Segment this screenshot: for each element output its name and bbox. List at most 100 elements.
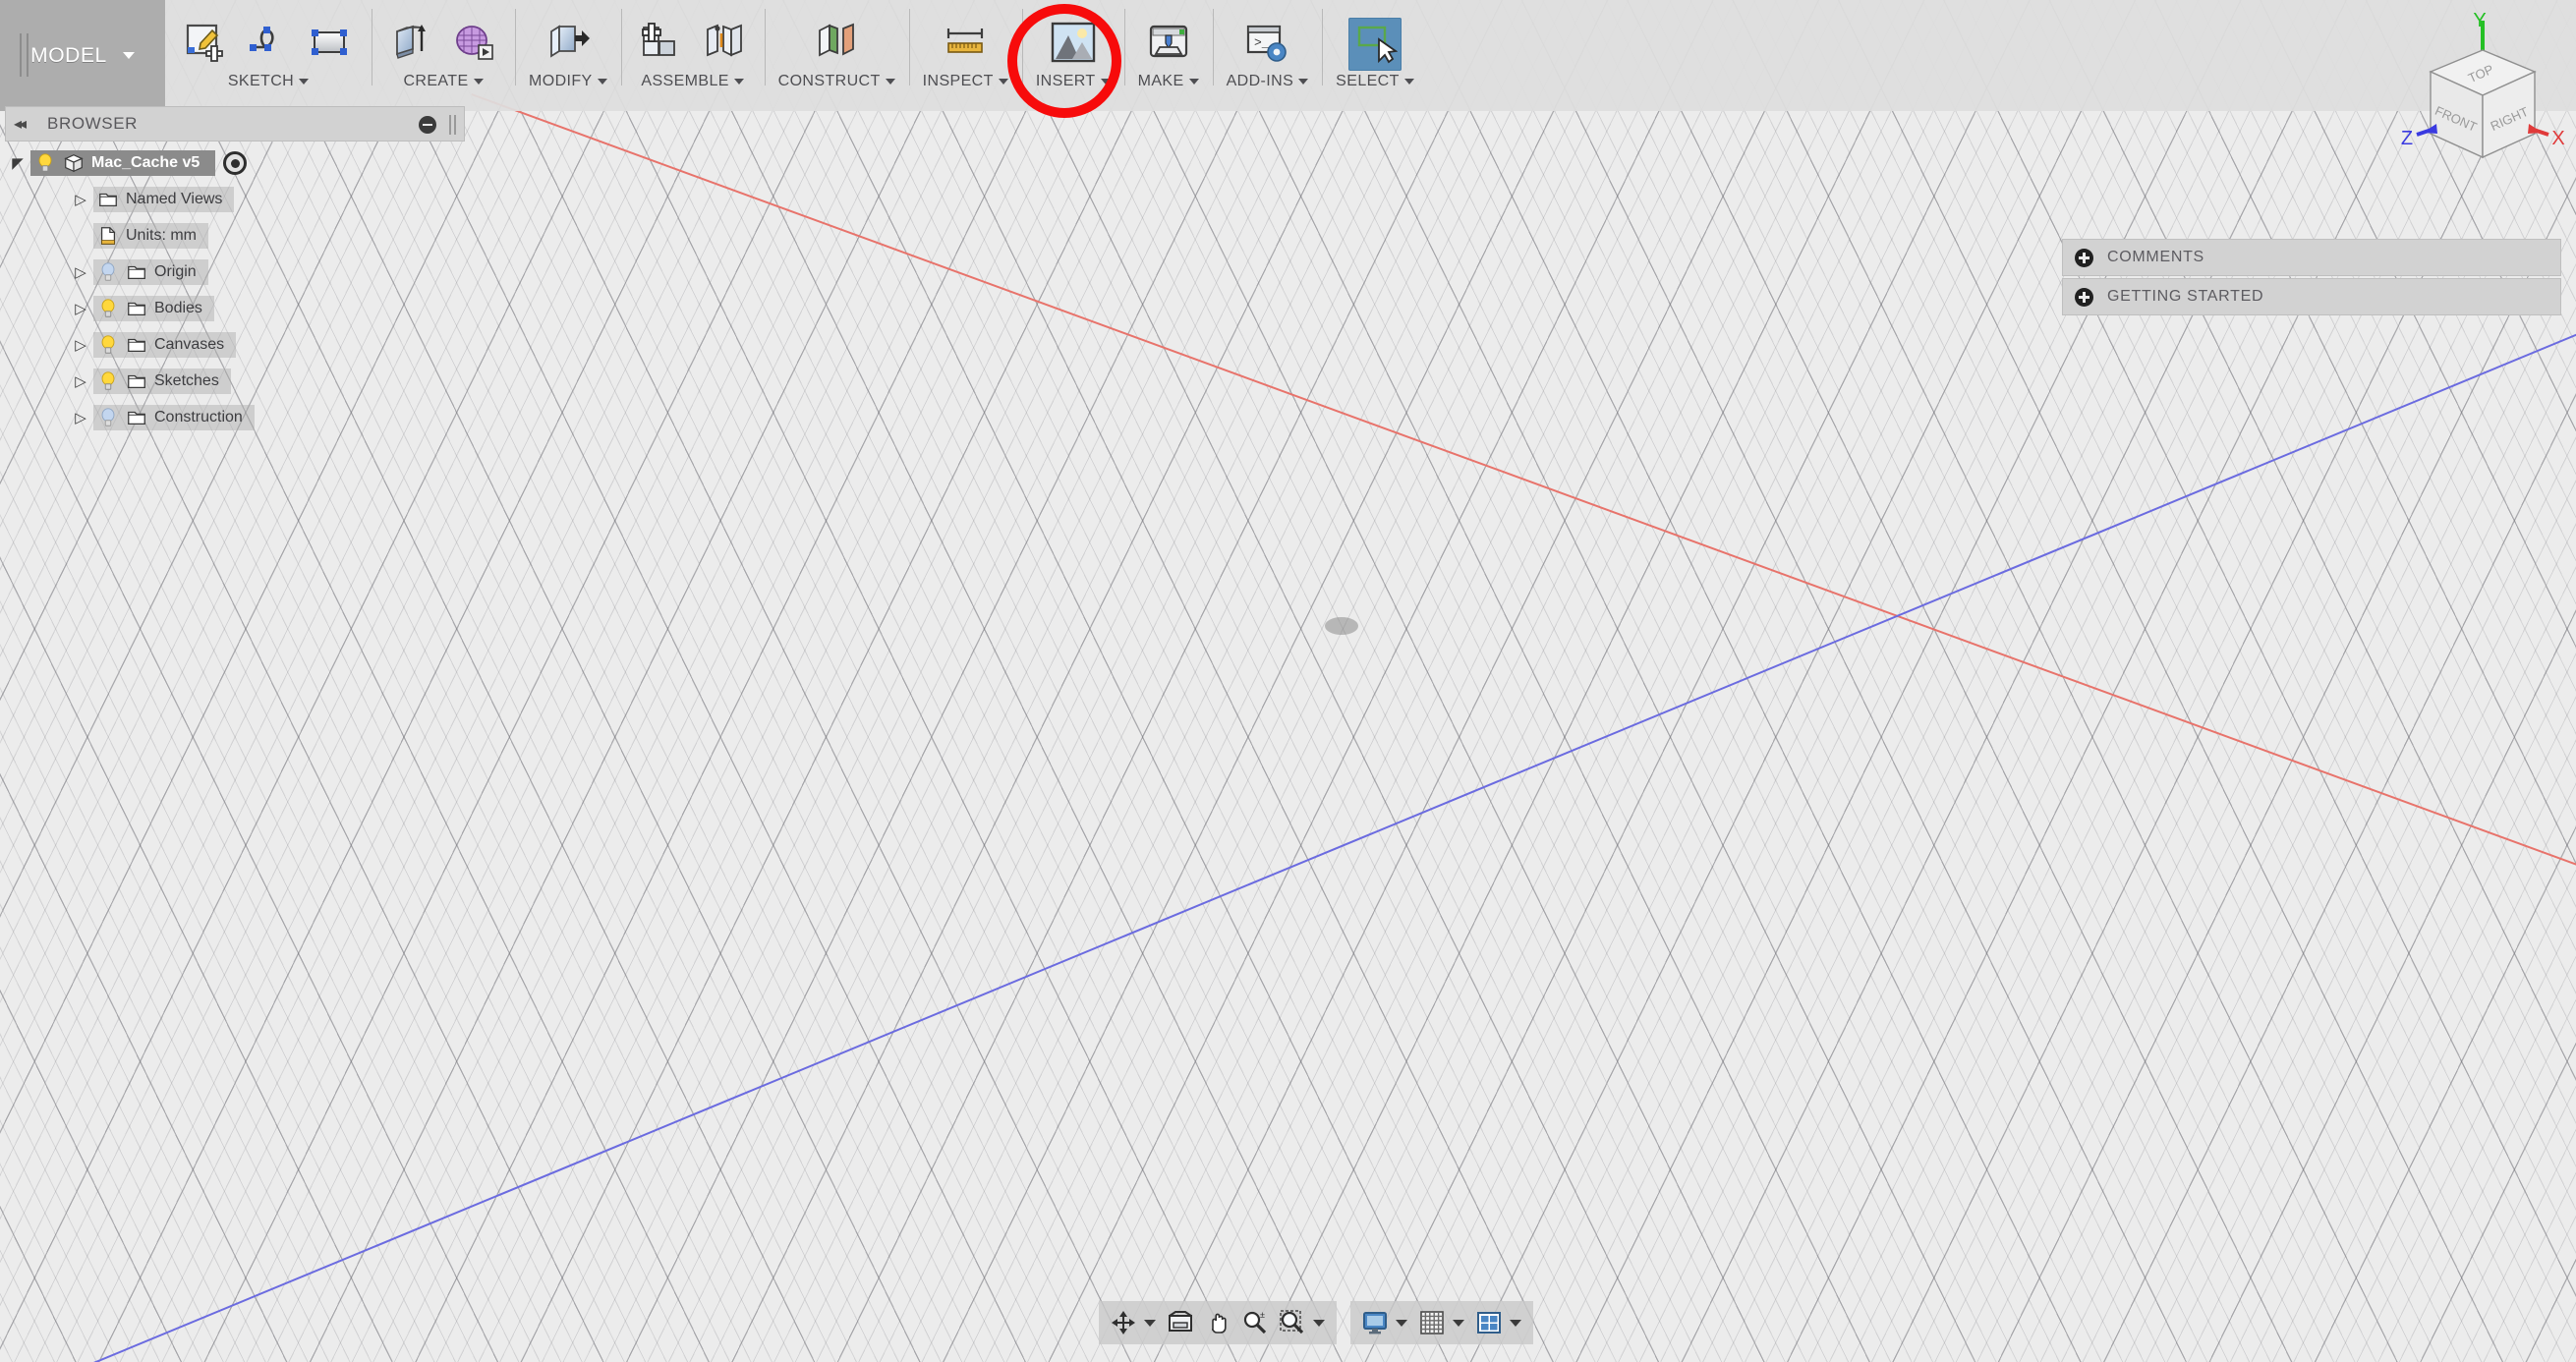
ribbon-group-label-sketch[interactable]: SKETCH — [228, 71, 310, 89]
viewcube-body: TOP FRONT RIGHT — [2429, 49, 2537, 159]
view-cube[interactable]: Y TOP FRONT RIGHT Z X — [2360, 5, 2566, 192]
ribbon-group-label-modify[interactable]: MODIFY — [529, 71, 607, 89]
viewcube-axis-x: X — [2528, 124, 2565, 149]
3d-print-icon[interactable] — [1142, 18, 1195, 71]
measure-icon[interactable] — [939, 18, 992, 71]
ribbon-group-construct: CONSTRUCT — [764, 0, 909, 111]
panel-comments[interactable]: COMMENTS — [2062, 239, 2561, 276]
twisty-collapsed-icon[interactable]: ▷ — [68, 409, 93, 426]
twisty-collapsed-icon[interactable]: ▷ — [68, 263, 93, 281]
ribbon-group-label-make[interactable]: MAKE — [1138, 71, 1199, 89]
ribbon-group-label-assemble[interactable]: ASSEMBLE — [641, 71, 744, 89]
svg-text:Z: Z — [2401, 128, 2413, 149]
twisty-collapsed-icon[interactable]: ▷ — [68, 336, 93, 354]
chevron-down-icon[interactable] — [1313, 1319, 1325, 1327]
browser-title: BROWSER — [47, 114, 139, 133]
lightbulb-on-icon[interactable] — [97, 370, 119, 392]
tree-row-bodies[interactable]: ▷ Bodies — [5, 293, 465, 324]
joint-icon[interactable] — [698, 18, 751, 71]
zoom-window-icon[interactable] — [1276, 1306, 1309, 1339]
ribbon-group-label-select[interactable]: SELECT — [1336, 71, 1414, 89]
lightbulb-on-icon[interactable] — [97, 334, 119, 356]
press-pull-icon[interactable] — [542, 18, 595, 71]
chevron-down-icon — [122, 52, 135, 59]
svg-text:X: X — [2551, 128, 2564, 149]
ribbon-group-label-inspect[interactable]: INSPECT — [923, 71, 1008, 89]
zoom-icon[interactable]: ± — [1238, 1306, 1272, 1339]
panel-getting-started[interactable]: GETTING STARTED — [2062, 278, 2561, 315]
label-text: ADD-INS — [1226, 73, 1294, 89]
tree-row-origin[interactable]: ▷ Origin — [5, 256, 465, 288]
chevron-down-icon — [998, 78, 1008, 85]
tree-row-units[interactable]: Units: mm — [5, 220, 465, 252]
chevron-down-icon[interactable] — [1453, 1319, 1464, 1327]
ribbon-group-assemble: ASSEMBLE — [620, 0, 765, 111]
grid-snaps-icon[interactable] — [1415, 1306, 1449, 1339]
chevron-down-icon[interactable] — [1396, 1319, 1407, 1327]
select-window-icon[interactable] — [1348, 18, 1402, 71]
svg-text:Y: Y — [2473, 10, 2486, 31]
tree-row-sketches[interactable]: ▷ Sketches — [5, 366, 465, 397]
folder-icon — [128, 302, 145, 316]
plus-circle-icon[interactable] — [2075, 287, 2093, 307]
tree-row-canvases[interactable]: ▷ Canvases — [5, 329, 465, 361]
target-icon[interactable] — [223, 151, 248, 175]
tree-row-construction[interactable]: ▷ Construction — [5, 402, 465, 433]
twisty-collapsed-icon[interactable]: ▷ — [68, 191, 93, 208]
ribbon-group-label-insert[interactable]: INSERT — [1036, 71, 1111, 89]
browser-panel: ◂◂ BROWSER ◤ Mac_Cache v5 ▷ Named Views … — [5, 106, 465, 438]
new-component-icon[interactable] — [635, 18, 688, 71]
minus-circle-icon[interactable] — [419, 116, 436, 134]
twisty-collapsed-icon[interactable]: ▷ — [68, 372, 93, 390]
insert-image-icon[interactable] — [1047, 18, 1100, 71]
folder-icon — [128, 338, 145, 353]
label-text: INSPECT — [922, 73, 994, 89]
panel-title-comments: COMMENTS — [2107, 249, 2204, 265]
navbar-display-group — [1350, 1301, 1533, 1344]
ribbon-group-create: CREATE — [372, 0, 515, 111]
tree-label-origin: Origin — [154, 263, 197, 280]
viewports-icon[interactable] — [1472, 1306, 1506, 1339]
chevron-down-icon — [1100, 78, 1111, 85]
ribbon-group-label-construct[interactable]: CONSTRUCT — [778, 71, 895, 89]
display-settings-icon[interactable] — [1358, 1306, 1392, 1339]
tree-row-root[interactable]: ◤ Mac_Cache v5 — [5, 147, 465, 179]
spline-icon[interactable] — [242, 18, 295, 71]
chevron-down-icon — [733, 78, 744, 85]
sculpt-create-form-icon[interactable] — [448, 18, 501, 71]
pan-icon[interactable] — [1201, 1306, 1234, 1339]
twisty-expanded-icon[interactable]: ◤ — [5, 154, 30, 172]
lightbulb-off-icon[interactable] — [97, 261, 119, 283]
ribbon-group-addins: >_ ADD-INS — [1212, 0, 1323, 111]
lightbulb-off-icon[interactable] — [97, 407, 119, 428]
browser-header[interactable]: ◂◂ BROWSER — [5, 106, 465, 142]
twisty-collapsed-icon[interactable]: ▷ — [68, 300, 93, 317]
collapse-left-icon[interactable]: ◂◂ — [14, 114, 47, 134]
ribbon-group-label-addins[interactable]: ADD-INS — [1227, 71, 1309, 89]
drag-grip-icon[interactable] — [449, 115, 456, 135]
look-at-icon[interactable] — [1164, 1306, 1197, 1339]
folder-icon — [128, 411, 145, 426]
extrude-icon[interactable] — [385, 18, 438, 71]
svg-text:>_: >_ — [1254, 35, 1270, 50]
orbit-icon[interactable] — [1107, 1306, 1140, 1339]
rectangle-icon[interactable] — [305, 18, 358, 71]
chevron-down-icon — [299, 78, 310, 85]
workspace-selector-model[interactable]: MODEL — [0, 0, 165, 111]
lightbulb-on-icon[interactable] — [97, 298, 119, 319]
create-sketch-icon[interactable] — [179, 18, 232, 71]
lightbulb-on-icon[interactable] — [34, 152, 56, 174]
folder-icon — [99, 193, 117, 207]
scripts-addins-icon[interactable]: >_ — [1240, 18, 1293, 71]
label-text: CONSTRUCT — [777, 73, 881, 89]
chevron-down-icon[interactable] — [1144, 1319, 1156, 1327]
chevron-down-icon — [473, 78, 484, 85]
offset-plane-icon[interactable] — [810, 18, 863, 71]
workspace-label: MODEL — [30, 43, 107, 67]
chevron-down-icon[interactable] — [1510, 1319, 1521, 1327]
plus-circle-icon[interactable] — [2075, 248, 2093, 267]
ribbon-group-sketch: SKETCH — [165, 0, 372, 111]
label-text: SELECT — [1336, 73, 1400, 89]
tree-row-named-views[interactable]: ▷ Named Views — [5, 184, 465, 215]
ribbon-group-label-create[interactable]: CREATE — [403, 71, 484, 89]
